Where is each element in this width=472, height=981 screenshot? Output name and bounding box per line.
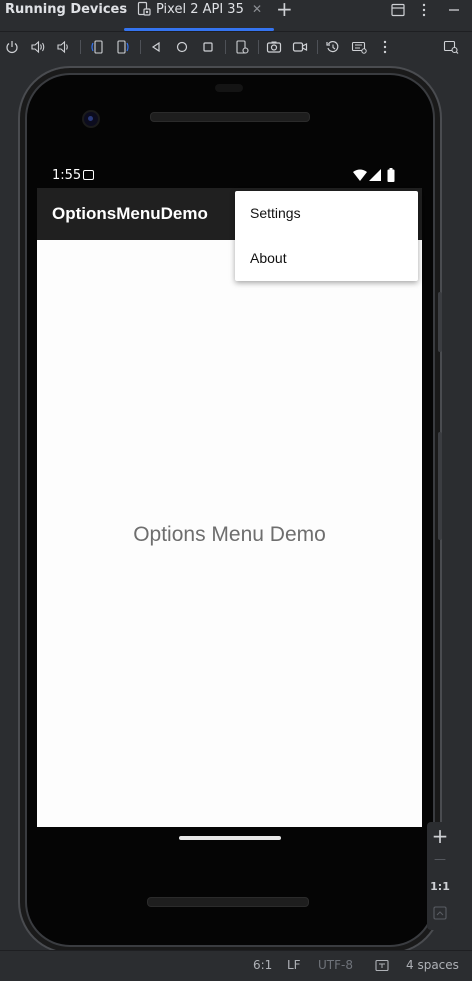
screen-record-icon[interactable] <box>292 39 308 55</box>
notification-icon <box>83 170 94 180</box>
back-icon[interactable] <box>148 39 164 55</box>
bottom-speaker <box>147 897 309 907</box>
power-icon[interactable] <box>4 39 20 55</box>
volume-down-icon[interactable] <box>55 39 71 55</box>
zoom-to-fit-icon[interactable] <box>433 906 447 920</box>
gesture-navigation-bar[interactable] <box>179 836 281 840</box>
file-encoding[interactable]: UTF-8 <box>318 958 353 972</box>
screenshot-icon[interactable] <box>266 39 282 55</box>
readonly-toggle-icon[interactable] <box>374 958 390 974</box>
tool-window-header: Running Devices Pixel 2 API 35 ✕ + <box>0 0 472 32</box>
snapshot-icon[interactable] <box>325 39 341 55</box>
volume-up-icon[interactable] <box>30 39 46 55</box>
overview-icon[interactable] <box>200 39 216 55</box>
center-text: Options Menu Demo <box>133 523 326 546</box>
indent-setting[interactable]: 4 spaces <box>406 958 459 972</box>
rotate-right-icon[interactable] <box>115 39 131 55</box>
zoom-controls: + — 1:1 <box>427 822 453 930</box>
wifi-icon <box>353 169 367 181</box>
app-content: Options Menu Demo <box>37 240 422 827</box>
line-ending[interactable]: LF <box>287 958 301 972</box>
zoom-fit-icon[interactable] <box>443 39 459 55</box>
tab-label: Pixel 2 API 35 <box>156 2 244 17</box>
actual-size-button[interactable]: 1:1 <box>427 880 453 906</box>
top-speaker <box>150 112 310 122</box>
toolbar-separator <box>140 40 141 54</box>
toolbar-separator <box>80 40 81 54</box>
device-power-button <box>438 292 442 352</box>
menu-item-settings[interactable]: Settings <box>235 191 418 236</box>
more-actions-icon[interactable] <box>377 39 393 55</box>
home-icon[interactable] <box>174 39 190 55</box>
more-options-icon[interactable] <box>416 2 432 18</box>
device-settings-icon[interactable] <box>234 39 250 55</box>
toolbar-separator <box>258 40 259 54</box>
toolbar-separator <box>317 40 318 54</box>
menu-item-about[interactable]: About <box>235 236 418 281</box>
app-title: OptionsMenuDemo <box>52 204 208 223</box>
close-icon[interactable]: ✕ <box>252 2 262 16</box>
menu-item-label: Settings <box>250 205 301 221</box>
rotate-left-icon[interactable] <box>89 39 105 55</box>
panel-title: Running Devices <box>5 2 128 17</box>
status-time: 1:55 <box>52 168 82 183</box>
options-menu-popup: Settings About <box>235 191 418 281</box>
menu-item-label: About <box>250 250 287 266</box>
device-volume-button <box>438 432 442 540</box>
active-tab-indicator <box>124 28 274 31</box>
zoom-in-button[interactable]: + <box>427 824 453 850</box>
camera-icon <box>84 112 98 126</box>
battery-icon <box>387 168 395 182</box>
tab-pixel-2-api-35[interactable]: Pixel 2 API 35 ✕ <box>124 0 274 31</box>
ide-status-bar: 6:1 LF UTF-8 4 spaces <box>0 950 472 981</box>
device-toolbar <box>0 32 472 62</box>
minimize-icon[interactable] <box>446 2 462 18</box>
earpiece <box>215 84 243 92</box>
window-layout-icon[interactable] <box>390 2 406 18</box>
add-tab-button[interactable]: + <box>276 0 293 21</box>
zoom-out-button[interactable]: — <box>427 852 453 878</box>
caret-position[interactable]: 6:1 <box>253 958 272 972</box>
keyboard-icon[interactable] <box>351 39 367 55</box>
device-icon <box>137 1 151 16</box>
toolbar-separator <box>225 40 226 54</box>
cellular-signal-icon <box>369 169 381 181</box>
